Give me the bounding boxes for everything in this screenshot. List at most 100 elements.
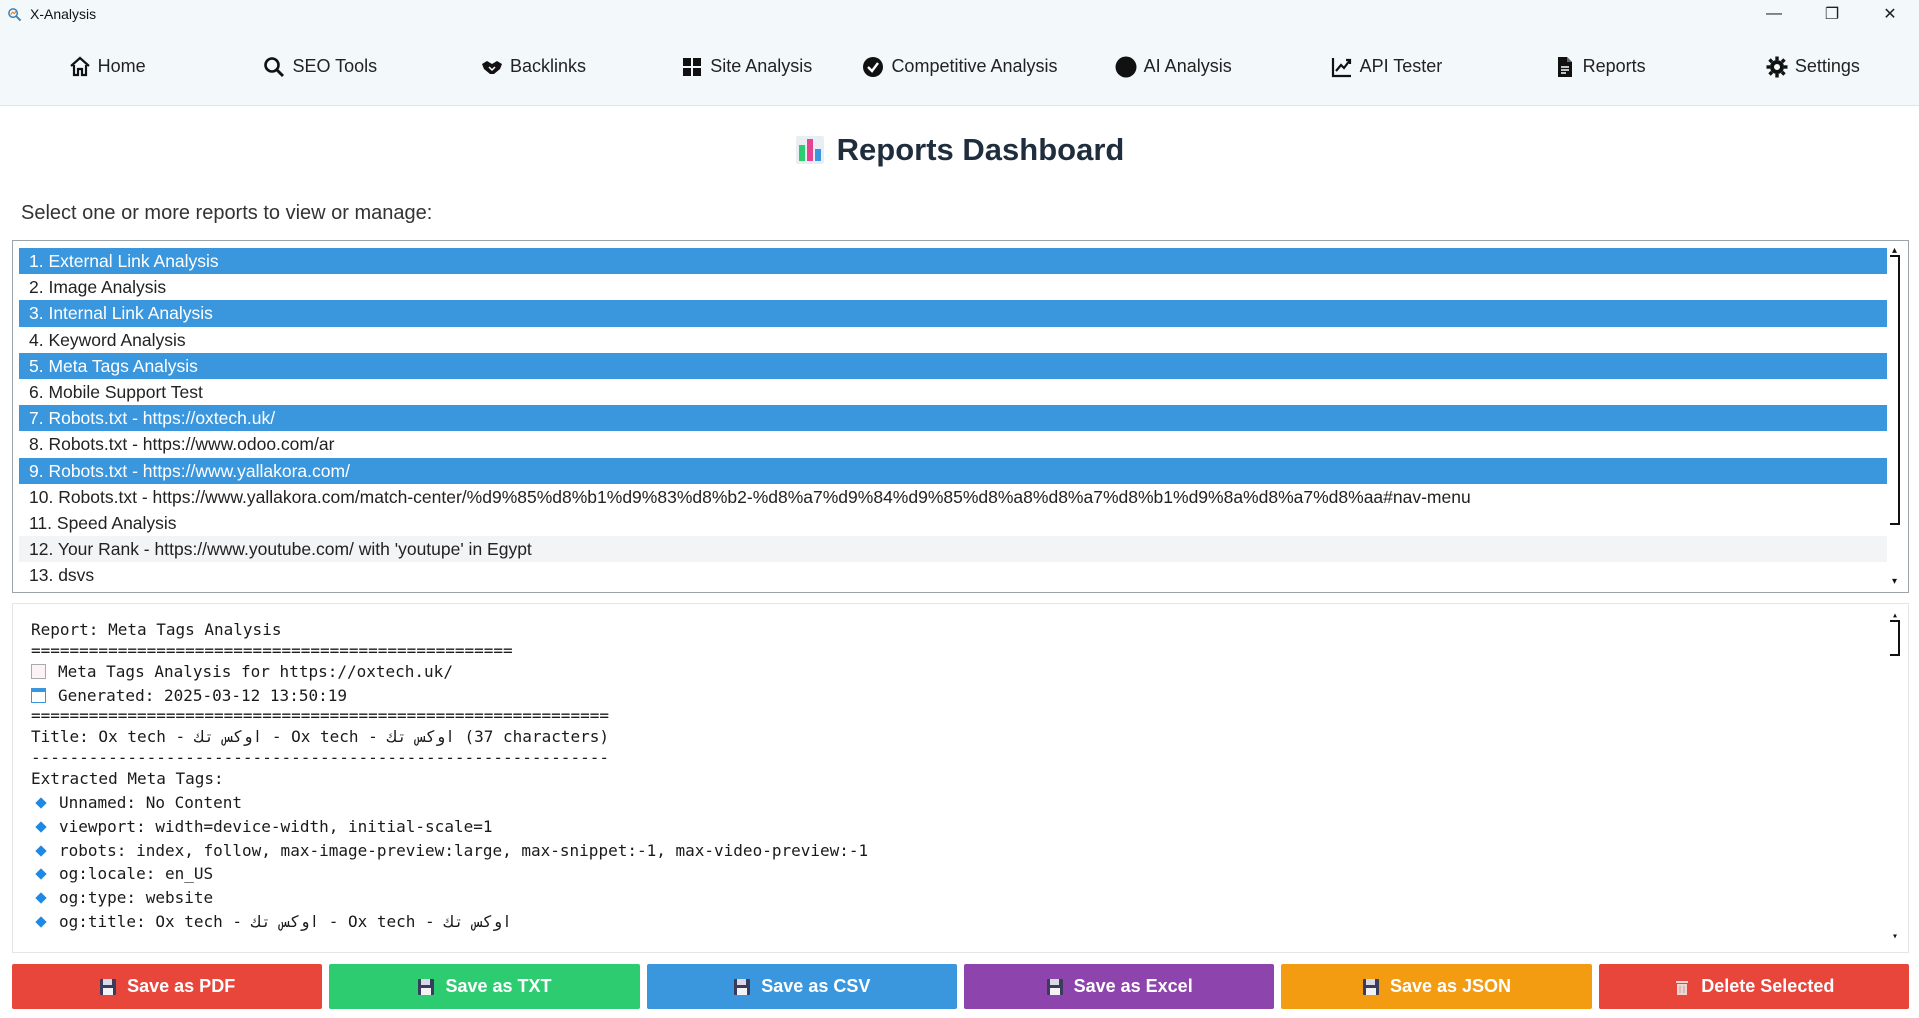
report-list-item[interactable]: 6. Mobile Support Test [19, 379, 1887, 405]
close-button[interactable]: ✕ [1861, 0, 1919, 28]
report-list-item[interactable]: 8. Robots.txt - https://www.odoo.com/ar [19, 431, 1887, 457]
button-label: Save as TXT [445, 976, 552, 996]
meta-tag-line: viewport: width=device-width, initial-sc… [31, 815, 1890, 839]
diamond-bullet-icon [35, 844, 47, 857]
report-list-item[interactable]: 4. Keyword Analysis [19, 327, 1887, 353]
diamond-bullet-icon [35, 868, 47, 881]
main-nav: Home SEO Tools Backlinks Site Analysis C… [0, 28, 1919, 106]
save-as-txt-button[interactable]: Save as TXT [329, 964, 640, 1009]
nav-settings[interactable]: Settings [1706, 28, 1919, 105]
minimize-button[interactable]: — [1745, 0, 1803, 28]
report-text-view[interactable]: Report: Meta Tags Analysis =============… [12, 603, 1909, 953]
memo-icon [31, 663, 46, 679]
floppy-icon [734, 978, 751, 995]
report-extracted-heading: Extracted Meta Tags: [31, 769, 224, 789]
button-label: Save as Excel [1073, 976, 1193, 996]
floppy-icon [418, 978, 435, 995]
meta-tag-text: og:locale: en_US [59, 864, 214, 884]
save-as-csv-button[interactable]: Save as CSV [646, 964, 957, 1009]
report-title-line: Title: Ox tech - اوكس تك - Ox tech - اوك… [31, 727, 609, 747]
calendar-icon [31, 687, 46, 703]
nav-backlinks[interactable]: Backlinks [426, 28, 639, 105]
document-icon [1557, 56, 1572, 77]
meta-tag-line: Unnamed: No Content [31, 791, 1890, 815]
nav-competitive-analysis[interactable]: Competitive Analysis [853, 28, 1066, 105]
check-circle-icon [863, 56, 884, 77]
meta-tag-line: robots: index, follow, max-image-preview… [31, 839, 1890, 863]
meta-tag-line: og:locale: en_US [31, 862, 1890, 886]
floppy-icon [1046, 978, 1063, 995]
floppy-icon [100, 978, 117, 995]
nav-ai-analysis[interactable]: AI Analysis [1066, 28, 1279, 105]
report-for-text: Meta Tags Analysis for https://oxtech.uk… [58, 661, 453, 681]
app-logo-icon [6, 6, 22, 22]
report-rule: ----------------------------------------… [31, 749, 609, 768]
nav-settings-label: Settings [1794, 56, 1860, 76]
report-list-item[interactable]: 5. Meta Tags Analysis [19, 352, 1887, 379]
save-as-pdf-button[interactable]: Save as PDF [12, 964, 323, 1009]
nav-api-tester[interactable]: API Tester [1279, 28, 1492, 105]
meta-tag-line: og:title: Ox tech - اوكس تك - Ox tech - … [31, 910, 1890, 934]
save-as-excel-button[interactable]: Save as Excel [963, 964, 1275, 1009]
meta-tag-text: viewport: width=device-width, initial-sc… [59, 816, 493, 836]
bar-chart-icon [795, 136, 824, 164]
nav-seo-tools[interactable]: SEO Tools [213, 28, 426, 105]
report-rule: ========================================… [31, 707, 609, 726]
search-icon [264, 56, 285, 77]
action-buttons: Save as PDF Save as TXT Save as CSV Save as… [12, 964, 1909, 1009]
nav-home[interactable]: Home [0, 28, 213, 105]
nav-site-analysis[interactable]: Site Analysis [640, 28, 853, 105]
circle-icon [1115, 56, 1137, 77]
report-list-item[interactable]: 1. External Link Analysis [19, 248, 1887, 275]
report-list-item[interactable]: 11. Speed Analysis [19, 510, 1887, 536]
report-list-item[interactable]: 9. Robots.txt - https://www.yallakora.co… [19, 457, 1887, 484]
report-list-item[interactable]: 10. Robots.txt - https://www.yallakora.c… [19, 484, 1887, 510]
trash-icon [1676, 980, 1689, 995]
report-generated-line: Generated: 2025-03-12 13:50:19 [31, 684, 1890, 708]
title-bar: X-Analysis — ❐ ✕ [0, 0, 1919, 28]
window-controls: — ❐ ✕ [1745, 0, 1919, 28]
text-scrollbar[interactable]: ▴ ▾ [1890, 610, 1904, 942]
handshake-icon [482, 60, 503, 74]
button-label: Save as CSV [761, 976, 871, 996]
nav-backlinks-label: Backlinks [510, 56, 587, 76]
report-list-item[interactable]: 13. dsvs [19, 562, 1887, 588]
meta-tag-text: robots: index, follow, max-image-preview… [59, 840, 869, 860]
report-heading: Report: Meta Tags Analysis [31, 620, 282, 639]
report-select-prompt: Select one or more reports to view or ma… [21, 202, 433, 224]
nav-home-label: Home [97, 56, 146, 76]
delete-selected-button[interactable]: Delete Selected [1598, 964, 1909, 1009]
scroll-down-icon[interactable]: ▾ [1892, 931, 1898, 942]
button-label: Save as JSON [1389, 976, 1512, 996]
text-scroll-thumb[interactable] [1890, 620, 1900, 656]
diamond-bullet-icon [35, 916, 47, 928]
nav-reports[interactable]: Reports [1493, 28, 1706, 105]
window-title: X-Analysis [30, 6, 97, 22]
diamond-bullet-icon [35, 797, 47, 809]
diamond-bullet-icon [35, 821, 47, 833]
meta-tag-text: Unnamed: No Content [59, 792, 243, 812]
report-for-line: Meta Tags Analysis for https://oxtech.uk… [31, 660, 1890, 684]
nav-site-analysis-label: Site Analysis [710, 56, 813, 76]
diamond-bullet-icon [35, 892, 47, 904]
report-list-item[interactable]: 7. Robots.txt - https://oxtech.uk/ [19, 405, 1887, 432]
page-title: Reports Dashboard [0, 132, 1919, 168]
report-list-item[interactable]: 2. Image Analysis [19, 274, 1887, 300]
nav-reports-label: Reports [1582, 56, 1646, 76]
list-scroll-thumb[interactable] [1890, 255, 1900, 525]
meta-tag-line: og:type: website [31, 886, 1890, 910]
grid-icon [683, 57, 702, 76]
save-as-json-button[interactable]: Save as JSON [1281, 964, 1592, 1009]
page-title-text: Reports Dashboard [836, 132, 1125, 167]
maximize-button[interactable]: ❐ [1803, 0, 1861, 28]
meta-tag-text: og:title: Ox tech - اوكس تك - Ox tech - … [59, 911, 512, 931]
scroll-down-icon[interactable]: ▾ [1892, 576, 1897, 587]
report-list-item[interactable]: 12. Your Rank - https://www.youtube.com/… [19, 536, 1887, 563]
list-scrollbar[interactable]: ▴ ▾ [1890, 245, 1904, 587]
report-list-item[interactable]: 3. Internal Link Analysis [19, 300, 1887, 327]
button-label: Save as PDF [127, 976, 236, 996]
chart-up-icon [1331, 57, 1351, 77]
report-listbox[interactable]: 1. External Link Analysis 2. Image Analys… [12, 240, 1909, 593]
floppy-icon [1362, 978, 1379, 995]
report-rule: ========================================… [31, 641, 513, 660]
